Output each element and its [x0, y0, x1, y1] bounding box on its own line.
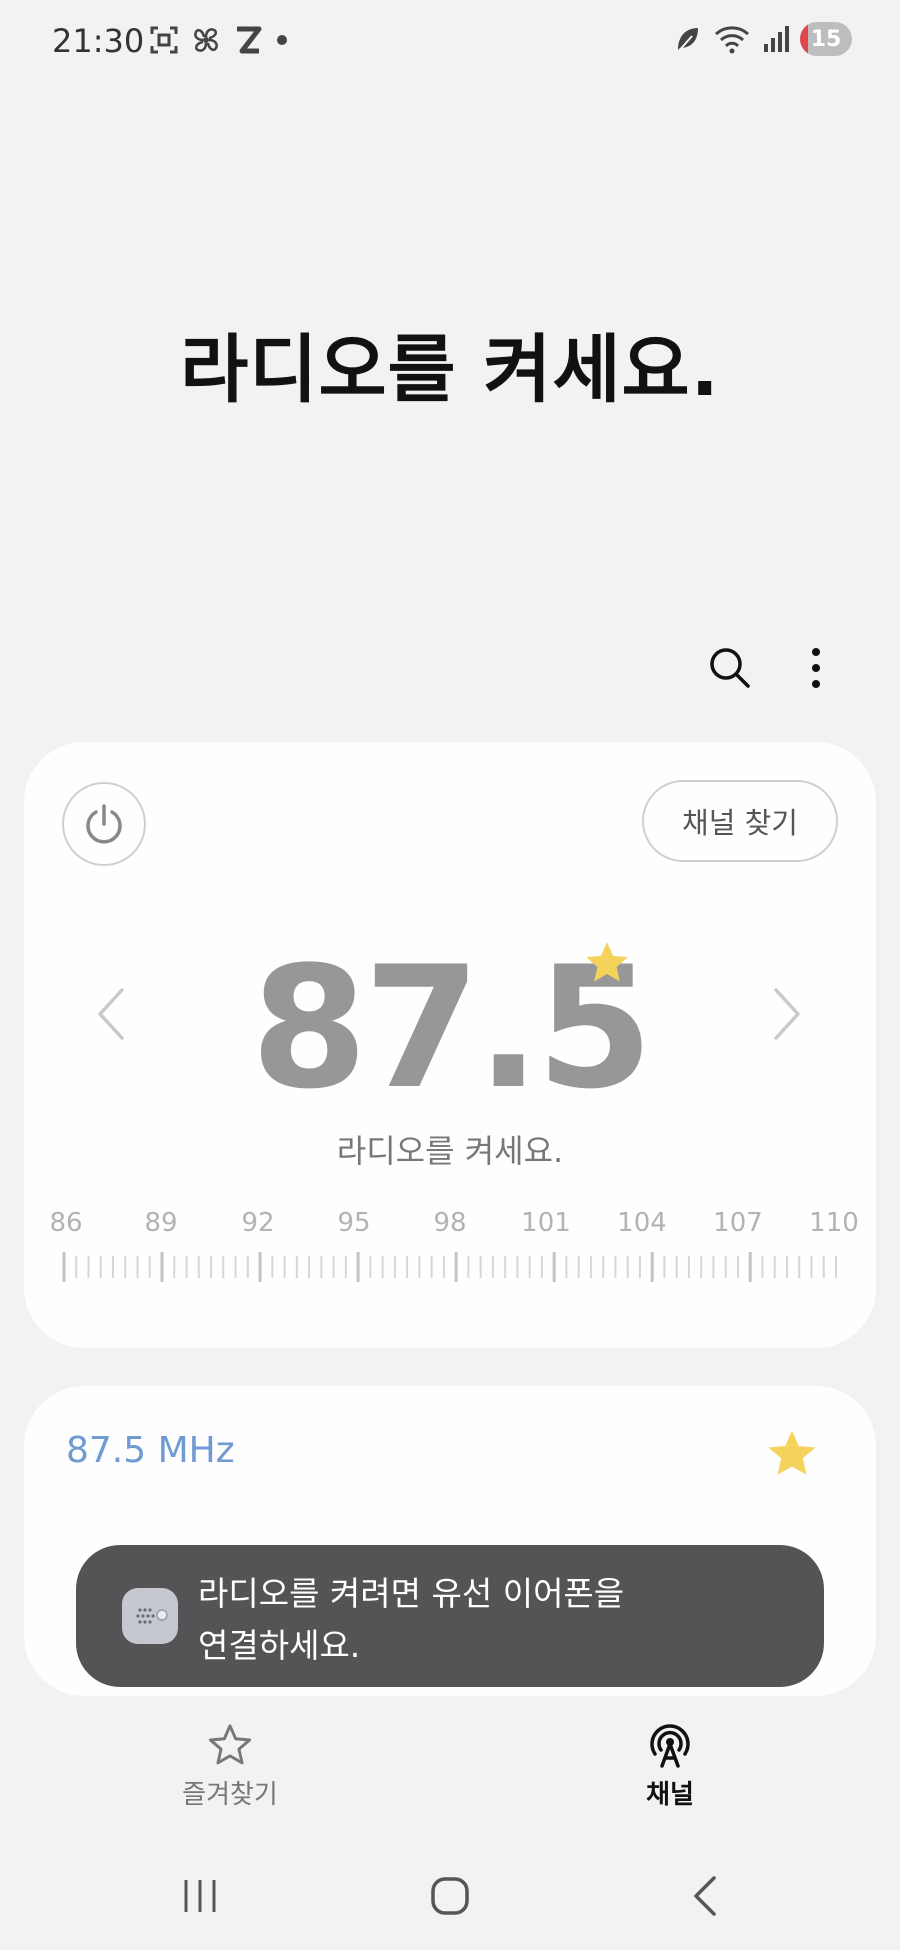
recent-apps-button[interactable] [180, 1876, 220, 1916]
current-frequency: 87.5 [250, 930, 654, 1126]
broadcast-antenna-icon [650, 1724, 690, 1768]
toast-text-line: 연결하세요. [198, 1626, 361, 1665]
radio-app-icon [122, 1588, 178, 1644]
scale-label: 92 [241, 1208, 275, 1238]
status-time: 21:30 [52, 22, 145, 60]
more-vertical-icon [812, 648, 820, 688]
station-favorite-toggle[interactable] [764, 1426, 820, 1482]
scale-label: 89 [144, 1208, 178, 1238]
scale-label: 110 [809, 1208, 859, 1238]
scale-label: 107 [713, 1208, 763, 1238]
toast-text: 라디오를 켜려면 유선 이어폰을 연결하세요. [198, 1568, 758, 1672]
page-headline: 라디오를 켜세요. [180, 327, 720, 413]
favorite-toggle[interactable] [582, 938, 632, 988]
more-options-button[interactable] [792, 638, 840, 698]
wifi-icon [715, 26, 749, 54]
back-chevron-icon [694, 1876, 716, 1916]
tuner-status-text: 라디오를 켜세요. [336, 1132, 564, 1170]
z-app-icon [237, 26, 262, 54]
status-icons-left [148, 24, 290, 56]
status-icons-right: 15 [674, 22, 852, 56]
leaf-icon [677, 28, 698, 53]
scale-label: 86 [49, 1208, 83, 1238]
back-button[interactable] [690, 1874, 720, 1918]
star-outline-icon [208, 1724, 252, 1765]
star-filled-icon [586, 942, 628, 982]
dot-icon [277, 35, 287, 45]
scale-label: 95 [337, 1208, 371, 1238]
power-icon [86, 804, 122, 844]
star-filled-icon [768, 1430, 816, 1475]
home-icon [431, 1877, 469, 1915]
battery-icon: 15 [800, 22, 852, 56]
toast-text-line: 라디오를 켜려면 유선 이어폰을 [198, 1574, 625, 1613]
station-frequency-label[interactable]: 87.5 MHz [66, 1430, 235, 1471]
nav-channels-label: 채널 [646, 1780, 694, 1810]
nav-favorites-tab[interactable]: 즐겨찾기 [130, 1720, 330, 1811]
nav-channels-tab[interactable]: 채널 [570, 1720, 770, 1811]
power-button[interactable] [62, 782, 146, 866]
home-button[interactable] [430, 1876, 470, 1916]
find-channel-button[interactable]: 채널 찾기 [642, 780, 838, 862]
scale-label: 101 [521, 1208, 571, 1238]
battery-level: 15 [810, 26, 842, 52]
search-button[interactable] [700, 638, 760, 698]
scale-label: 98 [433, 1208, 467, 1238]
nav-favorites-label: 즐겨찾기 [182, 1780, 278, 1810]
recent-apps-icon [184, 1880, 216, 1912]
frequency-scale-slider[interactable] [60, 1250, 840, 1284]
screenshot-icon [150, 26, 178, 54]
fan-icon [194, 28, 218, 52]
scale-label: 104 [617, 1208, 667, 1238]
signal-icon [764, 26, 789, 52]
search-icon [710, 648, 750, 688]
